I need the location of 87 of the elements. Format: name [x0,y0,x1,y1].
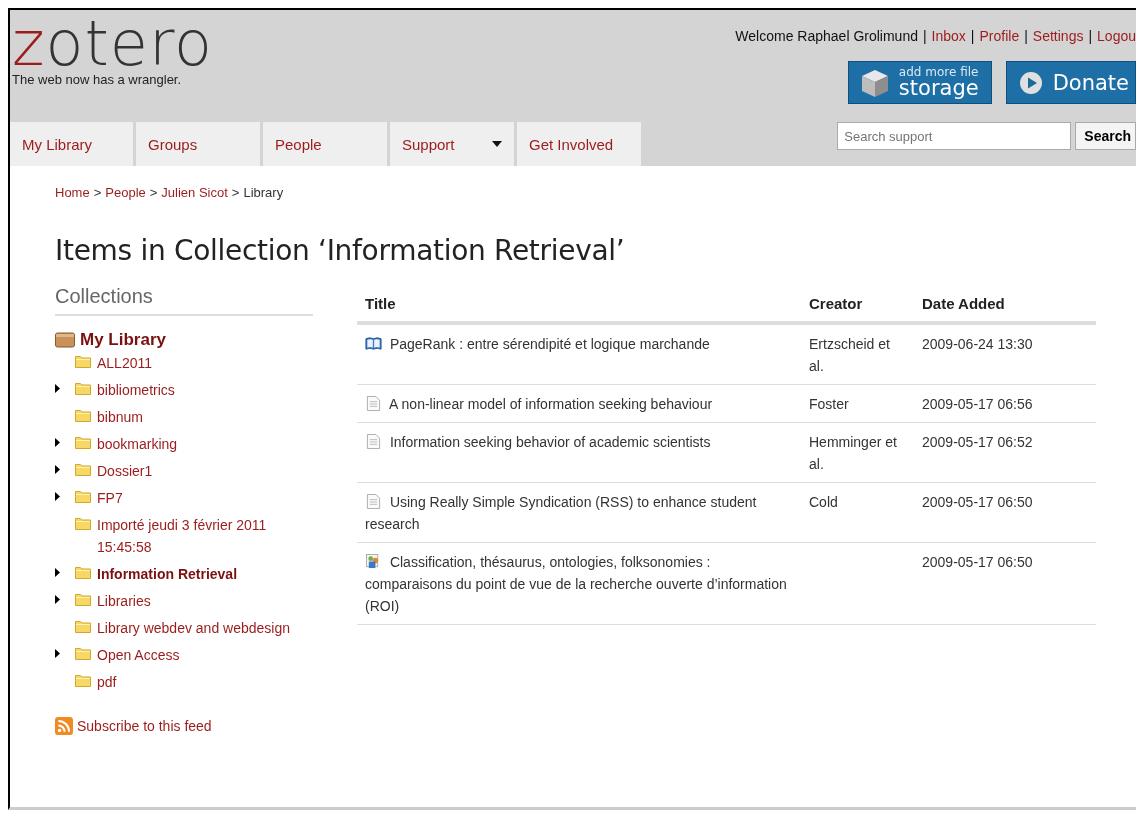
collection-link[interactable]: bookmarking [97,433,178,455]
collection-link[interactable]: pdf [97,671,117,693]
column-header[interactable]: Creator [801,295,914,323]
folder-icon [75,409,91,422]
expand-arrow-icon[interactable] [55,568,60,577]
item-date: 2009-05-17 06:50 [922,494,1033,510]
collections-heading: Collections [55,285,313,316]
document-icon [365,396,382,411]
folder-icon [75,517,91,530]
breadcrumb-current: Library [243,185,284,200]
collection-link[interactable]: Library webdev and webdesign [97,617,290,639]
collection-link[interactable]: Information Retrieval [97,563,238,585]
account-link[interactable]: Logou [1097,28,1136,44]
folder-icon [75,674,91,687]
nav-tab[interactable]: Support [390,122,514,166]
play-icon [1018,70,1043,95]
caret-icon[interactable] [492,141,502,147]
account-link[interactable]: Inbox [931,28,966,44]
book-icon [365,336,382,351]
item-title[interactable]: Classification, thésaurus, ontologies, folksonomies : comparaisons du point de vue de la recherche ouverte d’information (ROI) [365,551,793,617]
account-link[interactable]: Settings [1032,28,1084,44]
breadcrumb-link[interactable]: People [105,185,146,200]
search-field[interactable]: Search support [837,122,1072,150]
breadcrumb-separator: > [93,185,102,200]
folder-icon [75,593,91,606]
expand-arrow-icon[interactable] [55,649,60,658]
welcome-text: Welcome Raphael Grolimund [735,28,918,44]
expand-arrow-icon[interactable] [55,492,60,501]
expand-arrow-icon[interactable] [55,465,60,474]
expand-arrow-icon[interactable] [55,438,60,447]
nav-tab[interactable]: Get Involved [517,122,641,166]
item-title[interactable]: PageRank : entre sérendipité et logique marchande [365,333,793,355]
collection-link[interactable]: ALL2011 [97,352,152,374]
separator: | [1088,28,1093,44]
folder-icon [75,355,91,368]
item-date: 2009-06-24 13:30 [922,336,1033,352]
collection-link[interactable]: bibnum [97,406,143,428]
search-button[interactable]: Search [1075,122,1136,150]
column-header[interactable]: Date Added [914,295,1096,323]
item-title[interactable]: Information seeking behavior of academic scientists [365,431,793,453]
donate-button[interactable]: Donate [1005,61,1136,104]
item-title[interactable]: A non-linear model of information seeking behaviour [365,393,793,415]
expand-arrow-icon[interactable] [55,595,60,604]
separator: | [1024,28,1028,44]
separator: | [970,28,975,44]
nav-tab[interactable]: Groups [136,122,260,166]
library-link[interactable]: My Library [80,330,166,350]
folder-icon [75,620,91,633]
folder-icon [75,463,91,476]
folder-icon [75,490,91,503]
column-header[interactable]: Title [357,295,801,323]
storage-button[interactable]: add more file storage [847,61,992,104]
feed-link[interactable]: Subscribe to this feed [77,718,212,734]
tagline: The web now has a wrangler. [12,72,183,87]
page-title: Items in Collection ‘Information Retrieval’ [55,234,626,267]
rss-icon [55,717,73,735]
item-creator: Foster [809,396,849,412]
item-creator: Ertzscheid et al. [809,336,890,374]
collection-link[interactable]: Open Access [97,644,180,666]
nav-tab[interactable]: People [263,122,387,166]
item-date: 2009-05-17 06:52 [922,434,1033,450]
account-link[interactable]: Profile [979,28,1020,44]
item-creator: Hemminger et al. [809,434,897,472]
folder-icon [75,647,91,660]
folder-icon [75,566,91,579]
logo-wordmark[interactable]: zotero [12,18,213,70]
collection-link[interactable]: FP7 [97,487,123,509]
nav-tab[interactable]: My Library [10,122,133,166]
collection-link[interactable]: Importé jeudi 3 février 2011 15:45:58 [97,514,313,558]
collection-link[interactable]: bibliometrics [97,379,175,401]
expand-arrow-icon[interactable] [55,384,60,393]
breadcrumb-link[interactable]: Julien Sicot [161,185,228,200]
breadcrumb-separator: > [149,185,158,200]
breadcrumb-link[interactable]: Home [55,185,90,200]
separator: | [922,28,927,44]
collection-link[interactable]: Libraries [97,590,151,612]
item-date: 2009-05-17 06:56 [922,396,1033,412]
library-icon [55,332,75,348]
collection-link[interactable]: Dossier1 [97,460,153,482]
document-icon [365,494,382,509]
folder-icon [75,382,91,395]
document-icon [365,434,382,449]
item-date: 2009-05-17 06:50 [922,554,1033,570]
breadcrumb-separator: > [231,185,240,200]
item-creator: Cold [809,494,838,510]
folder-icon [75,436,91,449]
item-title[interactable]: Using Really Simple Syndication (RSS) to enhance student research [365,491,793,535]
